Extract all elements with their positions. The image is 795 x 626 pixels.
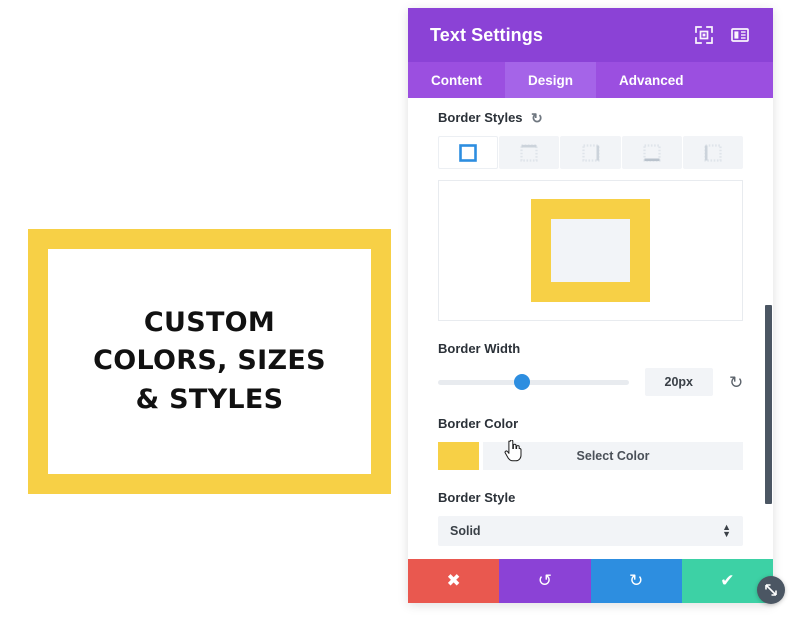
border-width-section: Border Width ↺ [438, 341, 743, 396]
border-styles-label-text: Border Styles [438, 110, 523, 125]
border-styles-label: Border Styles ↺ [438, 110, 743, 126]
border-style-selected-value: Solid [450, 524, 481, 538]
border-width-input[interactable] [644, 368, 713, 396]
panel-title: Text Settings [430, 24, 543, 45]
border-right-button[interactable] [560, 136, 621, 169]
border-style-section: Border Style Solid ▲ ▼ [438, 490, 743, 546]
tab-design[interactable]: Design [505, 62, 597, 98]
resize-handle[interactable] [757, 576, 785, 604]
select-color-button[interactable]: Select Color [483, 442, 743, 470]
border-sides-selector [438, 136, 744, 169]
border-preview-box [438, 180, 743, 321]
border-preview-swatch [531, 199, 650, 302]
border-color-label: Border Color [438, 416, 519, 431]
focus-icon[interactable] [693, 24, 715, 46]
border-color-row: Select Color [438, 442, 743, 470]
border-color-section: Border Color Select Color [438, 416, 743, 470]
tab-advanced[interactable]: Advanced [596, 62, 707, 98]
redo-button[interactable]: ↻ [590, 559, 682, 603]
text-settings-panel: Text Settings Content Design Advanced Bo… [408, 8, 773, 603]
undo-button[interactable]: ↺ [499, 559, 591, 603]
tab-content[interactable]: Content [408, 62, 505, 98]
border-width-reset-icon[interactable]: ↺ [729, 373, 743, 392]
border-width-label: Border Width [438, 341, 521, 356]
border-width-slider[interactable] [438, 374, 629, 390]
text-module-preview[interactable]: CUSTOM COLORS, SIZES & STYLES [28, 229, 391, 494]
border-color-swatch[interactable] [438, 442, 479, 470]
border-style-select[interactable]: Solid ▲ ▼ [438, 516, 743, 546]
panel-scrollbar[interactable] [764, 98, 773, 551]
panel-header: Text Settings [408, 8, 773, 62]
panel-footer: ✖ ↺ ↻ ✔ [408, 559, 773, 603]
border-left-button[interactable] [682, 136, 744, 169]
panel-body: Border Styles ↺ Border Width 20px ↺ Bord… [408, 98, 773, 551]
border-width-row: ↺ [438, 368, 743, 396]
canvas-area: CUSTOM COLORS, SIZES & STYLES [0, 0, 408, 626]
panel-tabs: Content Design Advanced [408, 62, 773, 98]
border-top-button[interactable] [499, 136, 560, 169]
border-bottom-button[interactable] [621, 136, 682, 169]
border-all-sides-button[interactable] [438, 136, 499, 169]
border-style-label: Border Style [438, 490, 516, 505]
layout-toggle-icon[interactable] [729, 24, 751, 46]
border-width-slider-handle[interactable] [513, 374, 530, 390]
panel-scrollbar-thumb[interactable] [765, 305, 772, 504]
chevron-updown-icon: ▲ ▼ [722, 522, 731, 539]
border-styles-reset-icon[interactable]: ↺ [531, 110, 543, 126]
text-module-content: CUSTOM COLORS, SIZES & STYLES [93, 307, 326, 415]
cancel-button[interactable]: ✖ [408, 559, 500, 603]
